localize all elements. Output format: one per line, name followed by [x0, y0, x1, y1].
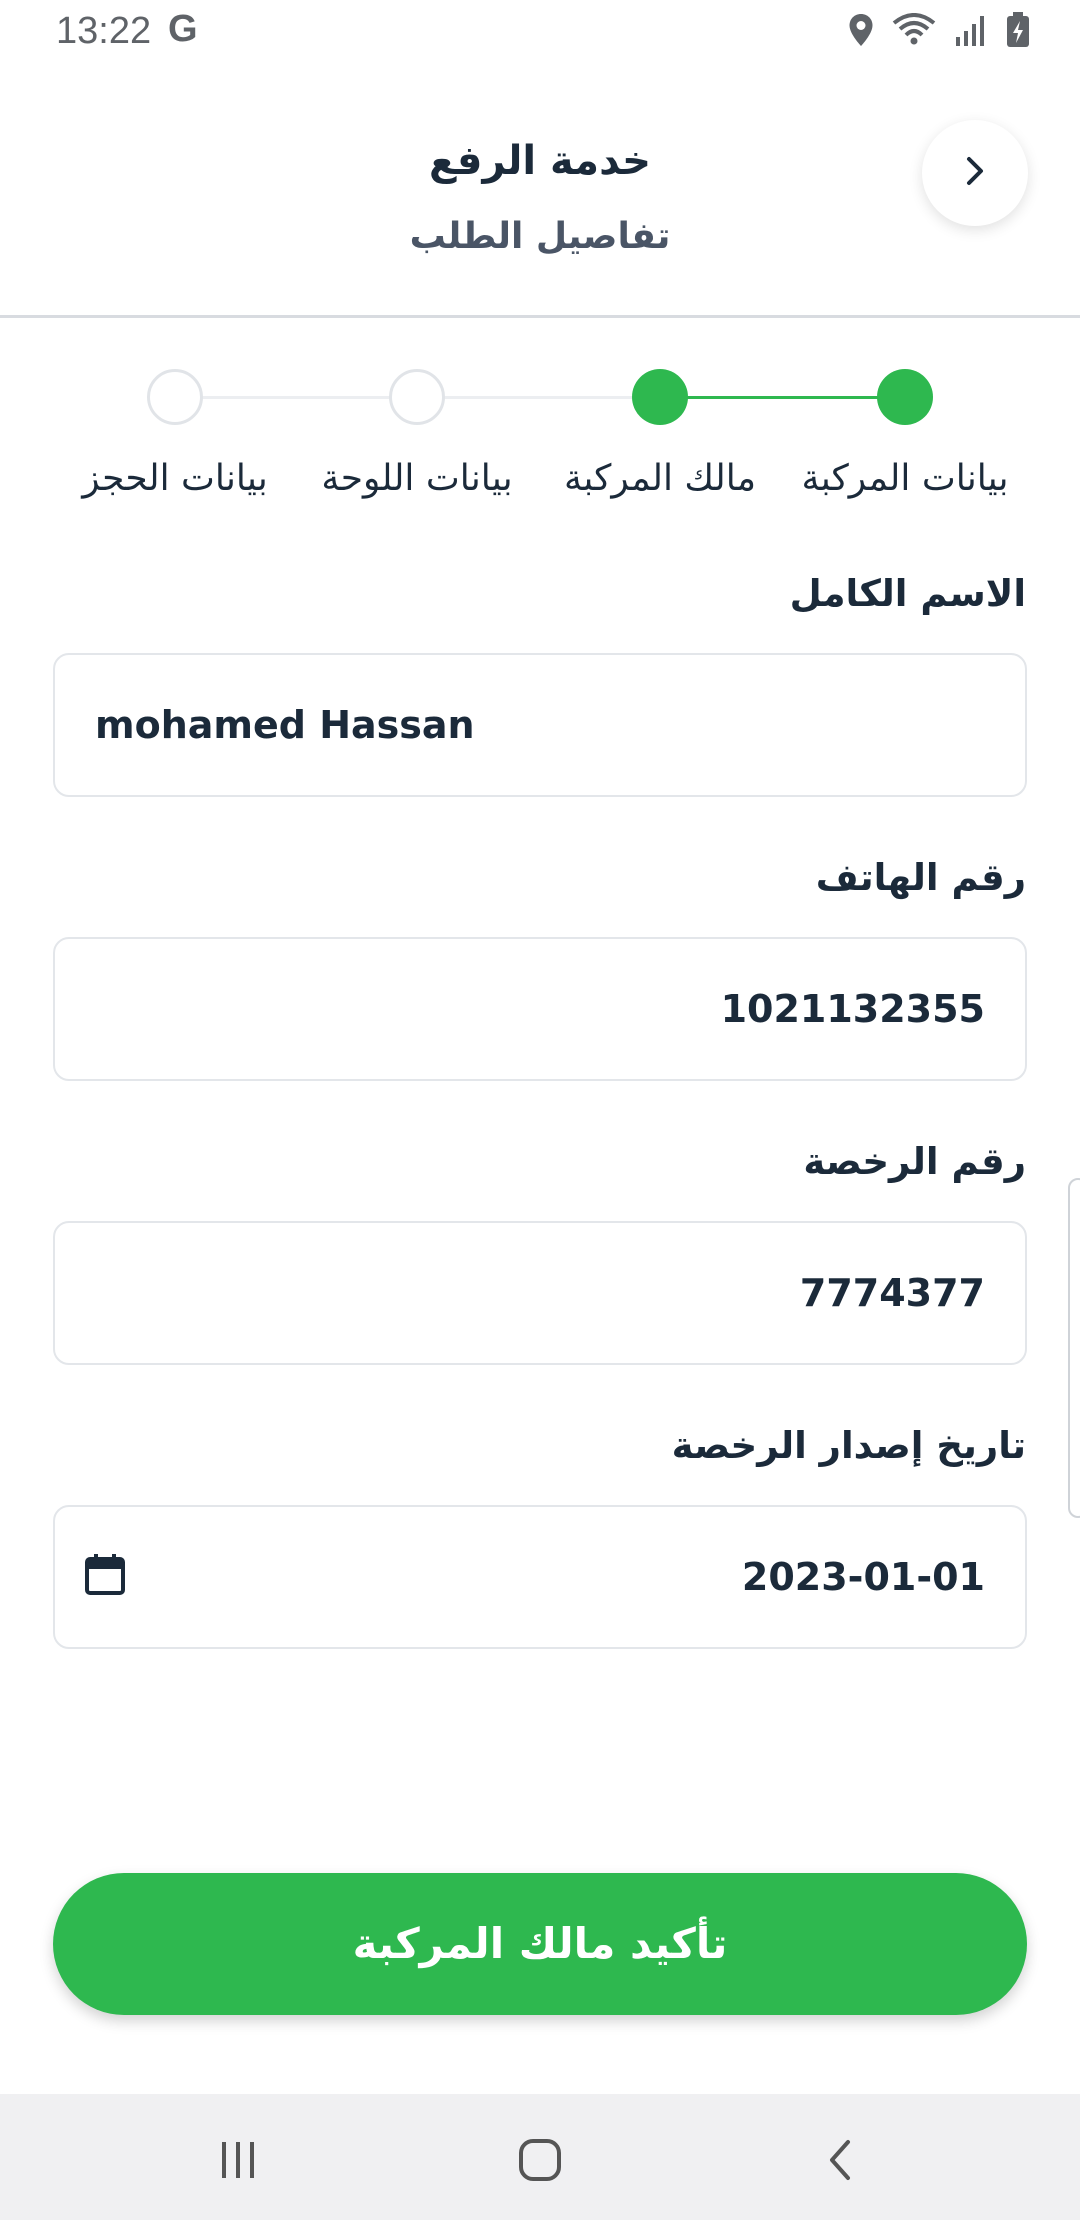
license-number-value: 7774377: [799, 1271, 985, 1315]
home-button[interactable]: [510, 2132, 570, 2192]
phone-value: 1021132355: [720, 987, 985, 1031]
step-label-vehicle-data[interactable]: بيانات المركبة: [801, 458, 1008, 499]
page-subtitle: تفاصيل الطلب: [409, 216, 671, 257]
step-dot-plate-data: [389, 369, 445, 425]
status-time: 13:22: [56, 10, 152, 52]
phone-label: رقم الهاتف: [815, 856, 1026, 899]
calendar-icon[interactable]: [81, 1551, 129, 1599]
location-icon: [848, 13, 874, 47]
step-dot-vehicle-data: [877, 369, 933, 425]
home-icon: [516, 2136, 564, 2188]
recent-apps-icon: [216, 2138, 260, 2186]
license-number-label: رقم الرخصة: [803, 1140, 1026, 1183]
back-button[interactable]: [922, 120, 1028, 226]
confirm-vehicle-owner-button[interactable]: تأكيد مالك المركبة: [53, 1873, 1027, 2015]
step-label-vehicle-owner[interactable]: مالك المركبة: [564, 458, 756, 499]
step-dot-vehicle-owner: [632, 369, 688, 425]
phone-field[interactable]: 1021132355: [53, 937, 1027, 1081]
step-label-plate-data[interactable]: بيانات اللوحة: [321, 458, 512, 499]
signal-icon: [954, 13, 988, 47]
full-name-label: الاسم الكامل: [789, 572, 1026, 615]
license-issue-date-label: تاريخ إصدار الرخصة: [671, 1424, 1026, 1467]
step-dot-booking-data: [147, 369, 203, 425]
scroll-indicator[interactable]: [1068, 1178, 1080, 1518]
license-issue-date-value: 2023-01-01: [741, 1555, 985, 1599]
app-header: خدمة الرفع تفاصيل الطلب: [0, 64, 1080, 318]
full-name-value: mohamed Hassan: [95, 703, 475, 747]
status-icons: [848, 12, 1030, 48]
system-nav-bar: [0, 2094, 1080, 2220]
stepper-line-done: [660, 396, 905, 399]
recent-apps-button[interactable]: [208, 2132, 268, 2192]
battery-charging-icon: [1006, 12, 1030, 48]
license-number-field[interactable]: 7774377: [53, 1221, 1027, 1365]
back-icon: [820, 2138, 864, 2186]
full-name-field[interactable]: mohamed Hassan: [53, 653, 1027, 797]
wifi-icon: [892, 13, 936, 47]
chevron-right-icon: [955, 151, 995, 195]
progress-stepper: بيانات المركبة مالك المركبة بيانات اللوح…: [0, 318, 1080, 518]
google-icon: G: [168, 8, 198, 50]
page-title: خدمة الرفع: [428, 138, 651, 184]
status-bar: 13:22 G: [0, 0, 1080, 64]
step-label-booking-data[interactable]: بيانات الحجز: [82, 458, 267, 499]
license-issue-date-field[interactable]: 2023-01-01: [53, 1505, 1027, 1649]
system-back-button[interactable]: [812, 2132, 872, 2192]
